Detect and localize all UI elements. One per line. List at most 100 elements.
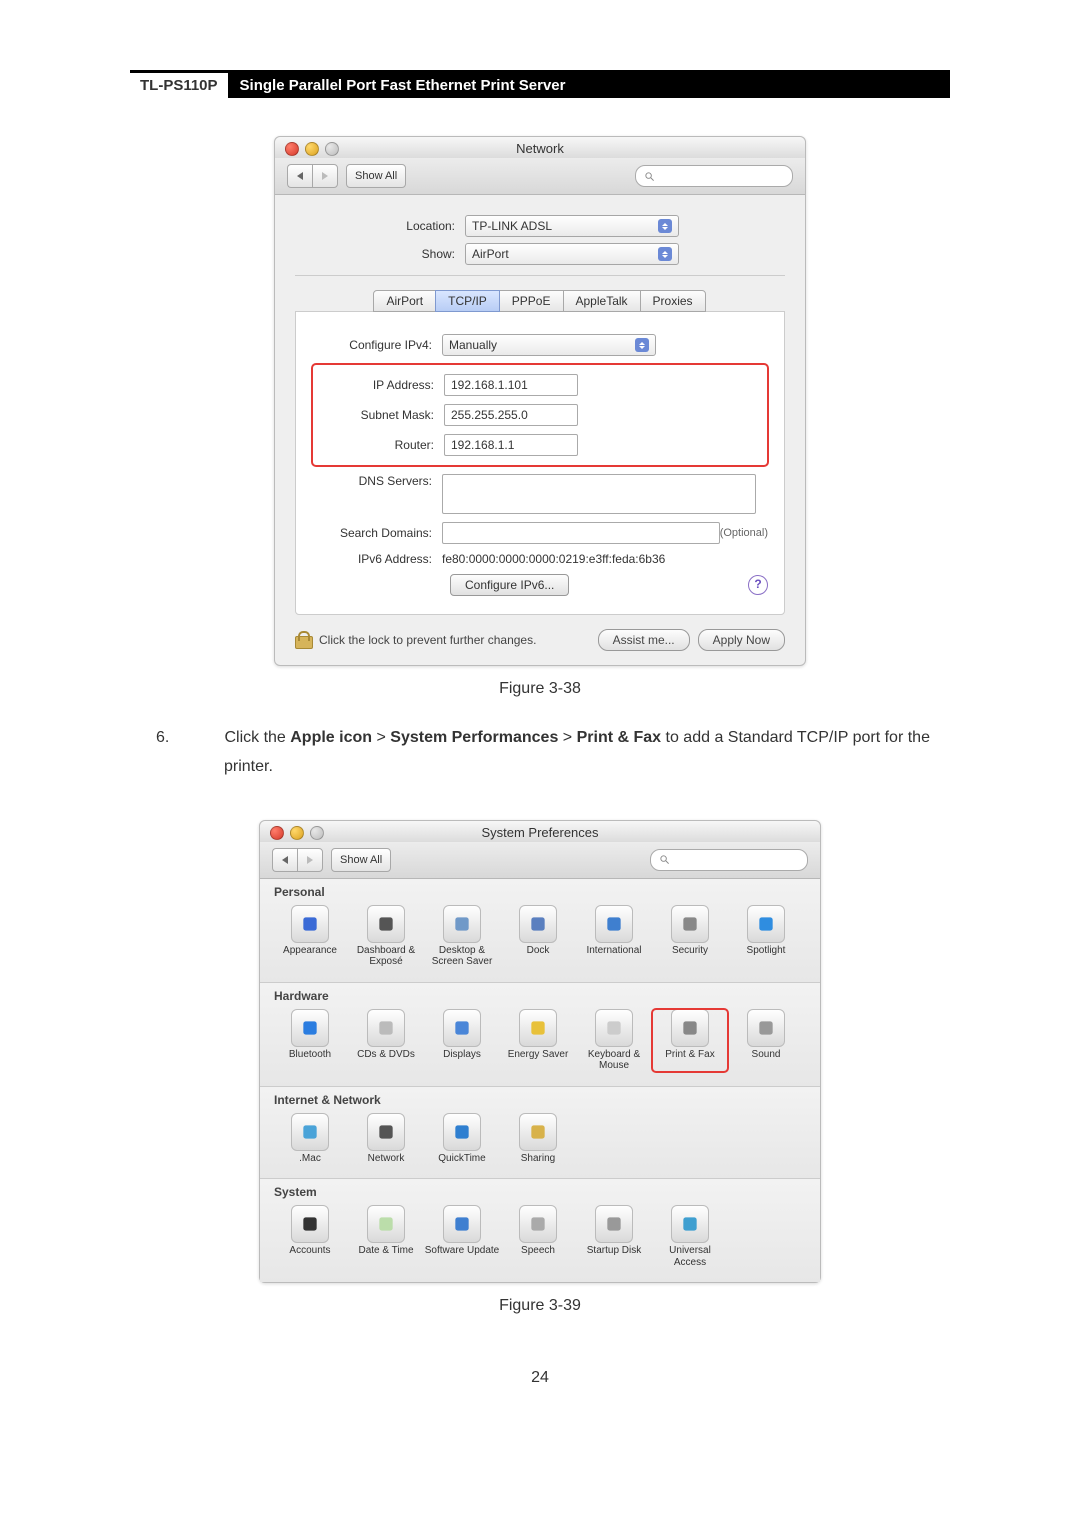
pref-label: Sharing <box>500 1153 576 1165</box>
pref-item-energy-saver[interactable]: Energy Saver <box>500 1009 576 1072</box>
pref-label: Universal Access <box>652 1245 728 1268</box>
pref-item-network[interactable]: Network <box>348 1113 424 1165</box>
section-title: Hardware <box>274 989 808 1003</box>
location-popup[interactable]: TP-LINK ADSL <box>465 215 679 237</box>
pref-icon <box>443 1113 481 1151</box>
subnet-mask-field[interactable]: 255.255.255.0 <box>444 404 578 426</box>
pref-item-desktop-screen-saver[interactable]: Desktop & Screen Saver <box>424 905 500 968</box>
minimize-icon[interactable] <box>305 142 319 156</box>
search-input[interactable] <box>635 165 793 187</box>
nav-back-forward[interactable] <box>287 164 338 188</box>
lock-text: Click the lock to prevent further change… <box>319 633 536 647</box>
step-6-text: 6. Click the Apple icon > System Perform… <box>190 724 950 782</box>
zoom-icon[interactable] <box>325 142 339 156</box>
pref-item-bluetooth[interactable]: Bluetooth <box>272 1009 348 1072</box>
show-all-button[interactable]: Show All <box>331 848 391 872</box>
pref-item-quicktime[interactable]: QuickTime <box>424 1113 500 1165</box>
minimize-icon[interactable] <box>290 826 304 840</box>
forward-icon[interactable] <box>312 164 338 188</box>
pref-item-software-update[interactable]: Software Update <box>424 1205 500 1268</box>
tab-appletalk[interactable]: AppleTalk <box>563 290 641 312</box>
pref-item-keyboard-mouse[interactable]: Keyboard & Mouse <box>576 1009 652 1072</box>
back-icon[interactable] <box>272 848 297 872</box>
pref-item-sharing[interactable]: Sharing <box>500 1113 576 1165</box>
router-label: Router: <box>314 438 434 452</box>
configure-ipv4-popup[interactable]: Manually <box>442 334 656 356</box>
pref-item-date-time[interactable]: Date & Time <box>348 1205 424 1268</box>
show-popup[interactable]: AirPort <box>465 243 679 265</box>
help-icon[interactable]: ? <box>748 575 768 595</box>
configure-ipv6-button[interactable]: Configure IPv6... <box>450 574 569 596</box>
pref-label: Network <box>348 1153 424 1165</box>
pref-item-dashboard-expos-[interactable]: Dashboard & Exposé <box>348 905 424 968</box>
ip-address-field[interactable]: 192.168.1.101 <box>444 374 578 396</box>
assist-me-button[interactable]: Assist me... <box>598 629 690 651</box>
location-value: TP-LINK ADSL <box>472 219 552 233</box>
pref-item-print-fax[interactable]: Print & Fax <box>652 1009 728 1072</box>
optional-note: (Optional) <box>720 527 768 539</box>
pref-label: Spotlight <box>728 945 804 957</box>
pref-item-spotlight[interactable]: Spotlight <box>728 905 804 968</box>
pref-item-speech[interactable]: Speech <box>500 1205 576 1268</box>
tab-tcpip[interactable]: TCP/IP <box>435 290 500 312</box>
pref-icon <box>595 1205 633 1243</box>
pref-item-startup-disk[interactable]: Startup Disk <box>576 1205 652 1268</box>
pref-item-cds-dvds[interactable]: CDs & DVDs <box>348 1009 424 1072</box>
ipv6-address-label: IPv6 Address: <box>312 552 432 566</box>
pref-item-accounts[interactable]: Accounts <box>272 1205 348 1268</box>
pref-item-dock[interactable]: Dock <box>500 905 576 968</box>
pref-icon <box>519 905 557 943</box>
pref-label: Startup Disk <box>576 1245 652 1257</box>
pref-label: CDs & DVDs <box>348 1049 424 1061</box>
nav-back-forward[interactable] <box>272 848 323 872</box>
tab-airport[interactable]: AirPort <box>373 290 436 312</box>
toolbar: Show All <box>275 158 805 195</box>
pref-item--mac[interactable]: .Mac <box>272 1113 348 1165</box>
lock-icon[interactable] <box>295 631 311 649</box>
dns-servers-field[interactable] <box>442 474 756 514</box>
pref-item-universal-access[interactable]: Universal Access <box>652 1205 728 1268</box>
pref-label: Sound <box>728 1049 804 1061</box>
figure-caption-1: Figure 3-38 <box>130 680 950 698</box>
tab-pppoe[interactable]: PPPoE <box>499 290 564 312</box>
search-domains-label: Search Domains: <box>312 526 432 540</box>
preference-sections: PersonalAppearanceDashboard & ExposéDesk… <box>260 879 820 1283</box>
pref-icon <box>367 905 405 943</box>
pref-icon <box>443 1205 481 1243</box>
pref-item-displays[interactable]: Displays <box>424 1009 500 1072</box>
pref-item-appearance[interactable]: Appearance <box>272 905 348 968</box>
window-titlebar: System Preferences <box>260 821 820 842</box>
network-window: Network Show All Location: TP-LINK ADSL … <box>274 136 806 666</box>
pref-icon <box>367 1113 405 1151</box>
pref-item-security[interactable]: Security <box>652 905 728 968</box>
pref-label: International <box>576 945 652 957</box>
search-input[interactable] <box>650 849 808 871</box>
pref-icon <box>367 1205 405 1243</box>
pref-label: Accounts <box>272 1245 348 1257</box>
tab-proxies[interactable]: Proxies <box>640 290 706 312</box>
section-internet: Internet & Network.MacNetworkQuickTimeSh… <box>260 1086 820 1179</box>
pref-icon <box>671 1205 709 1243</box>
pref-icon <box>291 1113 329 1151</box>
back-icon[interactable] <box>287 164 312 188</box>
close-icon[interactable] <box>270 826 284 840</box>
search-icon <box>644 171 655 182</box>
system-preferences-window: System Preferences Show All PersonalAppe… <box>259 820 821 1284</box>
pref-label: Dock <box>500 945 576 957</box>
pref-item-sound[interactable]: Sound <box>728 1009 804 1072</box>
zoom-icon[interactable] <box>310 826 324 840</box>
chevron-updown-icon <box>658 247 672 261</box>
apply-now-button[interactable]: Apply Now <box>698 629 785 651</box>
chevron-updown-icon <box>658 219 672 233</box>
pref-icon <box>291 1009 329 1047</box>
pref-icon <box>443 905 481 943</box>
doc-header: TL-PS110P Single Parallel Port Fast Ethe… <box>130 73 950 98</box>
network-tabs: AirPort TCP/IP PPPoE AppleTalk Proxies <box>295 290 785 312</box>
ipv6-address-value: fe80:0000:0000:0000:0219:e3ff:feda:6b36 <box>442 552 665 566</box>
close-icon[interactable] <box>285 142 299 156</box>
show-all-button[interactable]: Show All <box>346 164 406 188</box>
forward-icon[interactable] <box>297 848 323 872</box>
search-domains-field[interactable] <box>442 522 720 544</box>
pref-item-international[interactable]: International <box>576 905 652 968</box>
router-field[interactable]: 192.168.1.1 <box>444 434 578 456</box>
